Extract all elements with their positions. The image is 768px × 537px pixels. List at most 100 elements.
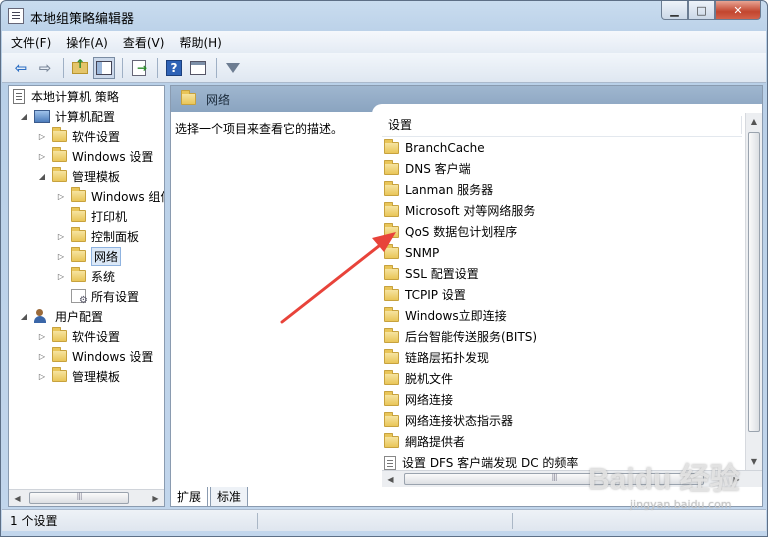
up-level-button[interactable] [69, 57, 91, 79]
watermark-main: Baidu 经验 [588, 463, 740, 496]
tab-extended[interactable]: 扩展 [170, 487, 209, 507]
tree-item-system[interactable]: ▷ 系统 [56, 266, 115, 286]
tree-item-software-settings[interactable]: ▷ 软件设置 [37, 126, 120, 146]
scroll-left-icon[interactable]: ◀ [382, 471, 399, 487]
status-divider [257, 513, 258, 529]
expand-triangle-icon[interactable]: ▷ [56, 272, 66, 281]
computer-icon [34, 109, 50, 123]
settings-list-item-label: SSL 配置设置 [405, 267, 479, 281]
policy-document-icon [13, 88, 25, 104]
tree-item-user-config[interactable]: ◢ 用户配置 [19, 306, 103, 326]
tree-item-label: 软件设置 [72, 329, 121, 344]
settings-list-item[interactable]: Microsoft 对等网络服务 [384, 200, 535, 221]
console-tree[interactable]: 本地计算机 策略 ◢ 计算机配置 ▷ 软件设置 ▷ Windows 设置 ◢ 管… [8, 85, 165, 507]
tree-item-label: 管理模板 [72, 169, 121, 184]
collapse-triangle-icon[interactable]: ◢ [37, 172, 47, 181]
tree-item-windows-components[interactable]: ▷ Windows 组件 [56, 186, 164, 206]
minimize-button[interactable]: ▁ [661, 1, 688, 20]
settings-list-item[interactable]: 链路层拓扑发现 [384, 347, 489, 368]
tree-item-label: Windows 设置 [72, 149, 154, 164]
menu-help[interactable]: 帮助(H) [170, 34, 227, 51]
list-vertical-scrollbar[interactable]: ▲ ▼ [745, 113, 762, 470]
settings-list-item[interactable]: DNS 客户端 [384, 158, 471, 179]
tree-item-printers[interactable]: 打印机 [56, 206, 127, 226]
forward-button[interactable]: ⇨ [34, 57, 56, 79]
expand-triangle-icon[interactable]: ▷ [37, 132, 47, 141]
tree-item-user-software-settings[interactable]: ▷ 软件设置 [37, 326, 120, 346]
description-hint: 选择一个项目来查看它的描述。 [175, 122, 344, 136]
scroll-thumb[interactable] [29, 492, 129, 504]
column-header-settings[interactable]: 设置 [382, 113, 742, 137]
expand-triangle-icon[interactable]: ▷ [37, 372, 47, 381]
scroll-up-icon[interactable]: ▲ [746, 113, 762, 130]
tree-item-root[interactable]: 本地计算机 策略 [13, 86, 119, 106]
tree-item-control-panel[interactable]: ▷ 控制面板 [56, 226, 139, 246]
tree-item-computer-config[interactable]: ◢ 计算机配置 [19, 106, 115, 126]
tab-standard[interactable]: 标准 [210, 487, 249, 507]
settings-list-item[interactable]: Windows立即连接 [384, 305, 507, 326]
maximize-button[interactable]: □ [688, 1, 715, 20]
settings-list-item[interactable]: 網路提供者 [384, 431, 465, 452]
scroll-right-icon[interactable]: ▶ [147, 490, 164, 506]
settings-list-item[interactable]: TCPIP 设置 [384, 284, 466, 305]
collapse-triangle-icon[interactable]: ◢ [19, 312, 29, 321]
filter-button[interactable] [222, 57, 244, 79]
tree-item-user-windows-settings[interactable]: ▷ Windows 设置 [37, 346, 153, 366]
settings-list-item[interactable]: 网络连接 [384, 389, 453, 410]
settings-list-item[interactable]: 脱机文件 [384, 368, 453, 389]
settings-list-item[interactable]: Lanman 服务器 [384, 179, 493, 200]
settings-list-item[interactable]: QoS 数据包计划程序 [384, 221, 517, 242]
scroll-thumb[interactable] [748, 132, 760, 432]
menu-file[interactable]: 文件(F) [2, 34, 57, 51]
folder-icon [181, 90, 196, 105]
details-pane: 网络 选择一个项目来查看它的描述。 设置 BranchCache DNS 客户端 L… [170, 85, 763, 507]
tree-item-windows-settings[interactable]: ▷ Windows 设置 [37, 146, 153, 166]
close-button[interactable]: ✕ [715, 1, 761, 20]
tree-item-label: 打印机 [91, 209, 128, 224]
help-button[interactable]: ? [163, 57, 185, 79]
back-button[interactable]: ⇦ [10, 57, 32, 79]
export-icon [132, 59, 147, 76]
tree-horizontal-scrollbar[interactable]: ◀ ▶ [9, 489, 164, 506]
tree-item-label: 所有设置 [91, 289, 140, 304]
status-text: 1 个设置 [10, 514, 58, 528]
tree-item-label: 软件设置 [72, 129, 121, 144]
tree-item-all-settings[interactable]: 所有设置 [56, 286, 139, 306]
menu-view[interactable]: 查看(V) [114, 34, 171, 51]
view-button[interactable] [187, 57, 209, 79]
expand-triangle-icon[interactable]: ▷ [56, 192, 66, 201]
settings-list-item-label: Microsoft 对等网络服务 [405, 204, 536, 218]
settings-list-item-label: DNS 客户端 [405, 162, 471, 176]
tab-label: 标准 [217, 490, 242, 504]
settings-list-item[interactable]: SSL 配置设置 [384, 263, 479, 284]
title-bar[interactable]: 本地组策略编辑器 ▁ □ ✕ [1, 1, 767, 31]
collapse-triangle-icon[interactable]: ◢ [19, 112, 29, 121]
menu-action[interactable]: 操作(A) [57, 34, 114, 51]
expand-triangle-icon[interactable]: ▷ [37, 332, 47, 341]
show-hide-tree-button[interactable] [93, 56, 115, 79]
tree-item-network[interactable]: ▷ 网络 [56, 246, 122, 266]
folder-icon [384, 327, 399, 343]
tree-item-label: 网络 [91, 246, 122, 266]
folder-icon [384, 348, 399, 364]
settings-list-item-label: 脱机文件 [405, 372, 454, 386]
expand-triangle-icon[interactable]: ▷ [56, 252, 66, 261]
expand-triangle-icon[interactable]: ▷ [56, 232, 66, 241]
settings-list-item[interactable]: 后台智能传送服务(BITS) [384, 326, 537, 347]
tree-item-label: 本地计算机 策略 [31, 89, 119, 104]
export-list-button[interactable] [128, 57, 150, 79]
settings-list-item[interactable]: BranchCache [384, 137, 485, 158]
expand-triangle-icon[interactable]: ▷ [37, 352, 47, 361]
folder-icon [71, 227, 86, 242]
caption-buttons: ▁ □ ✕ [661, 1, 761, 21]
expand-triangle-icon[interactable]: ▷ [37, 152, 47, 161]
toolbar-separator [157, 57, 158, 78]
folder-icon [384, 222, 399, 238]
settings-list-item[interactable]: 网络连接状态指示器 [384, 410, 513, 431]
settings-list-item[interactable]: SNMP [384, 242, 439, 263]
tree-item-admin-templates[interactable]: ◢ 管理模板 [37, 166, 120, 186]
settings-list-item-label: TCPIP 设置 [405, 288, 466, 302]
view-tabs: 扩展 标准 [170, 487, 430, 509]
scroll-left-icon[interactable]: ◀ [9, 490, 26, 506]
tree-item-user-admin-templates[interactable]: ▷ 管理模板 [37, 366, 120, 386]
